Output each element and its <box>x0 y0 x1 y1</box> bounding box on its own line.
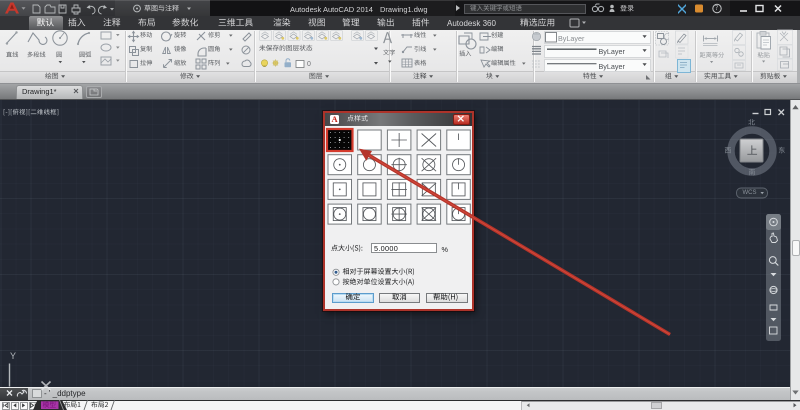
svg-text:A: A <box>332 114 339 124</box>
